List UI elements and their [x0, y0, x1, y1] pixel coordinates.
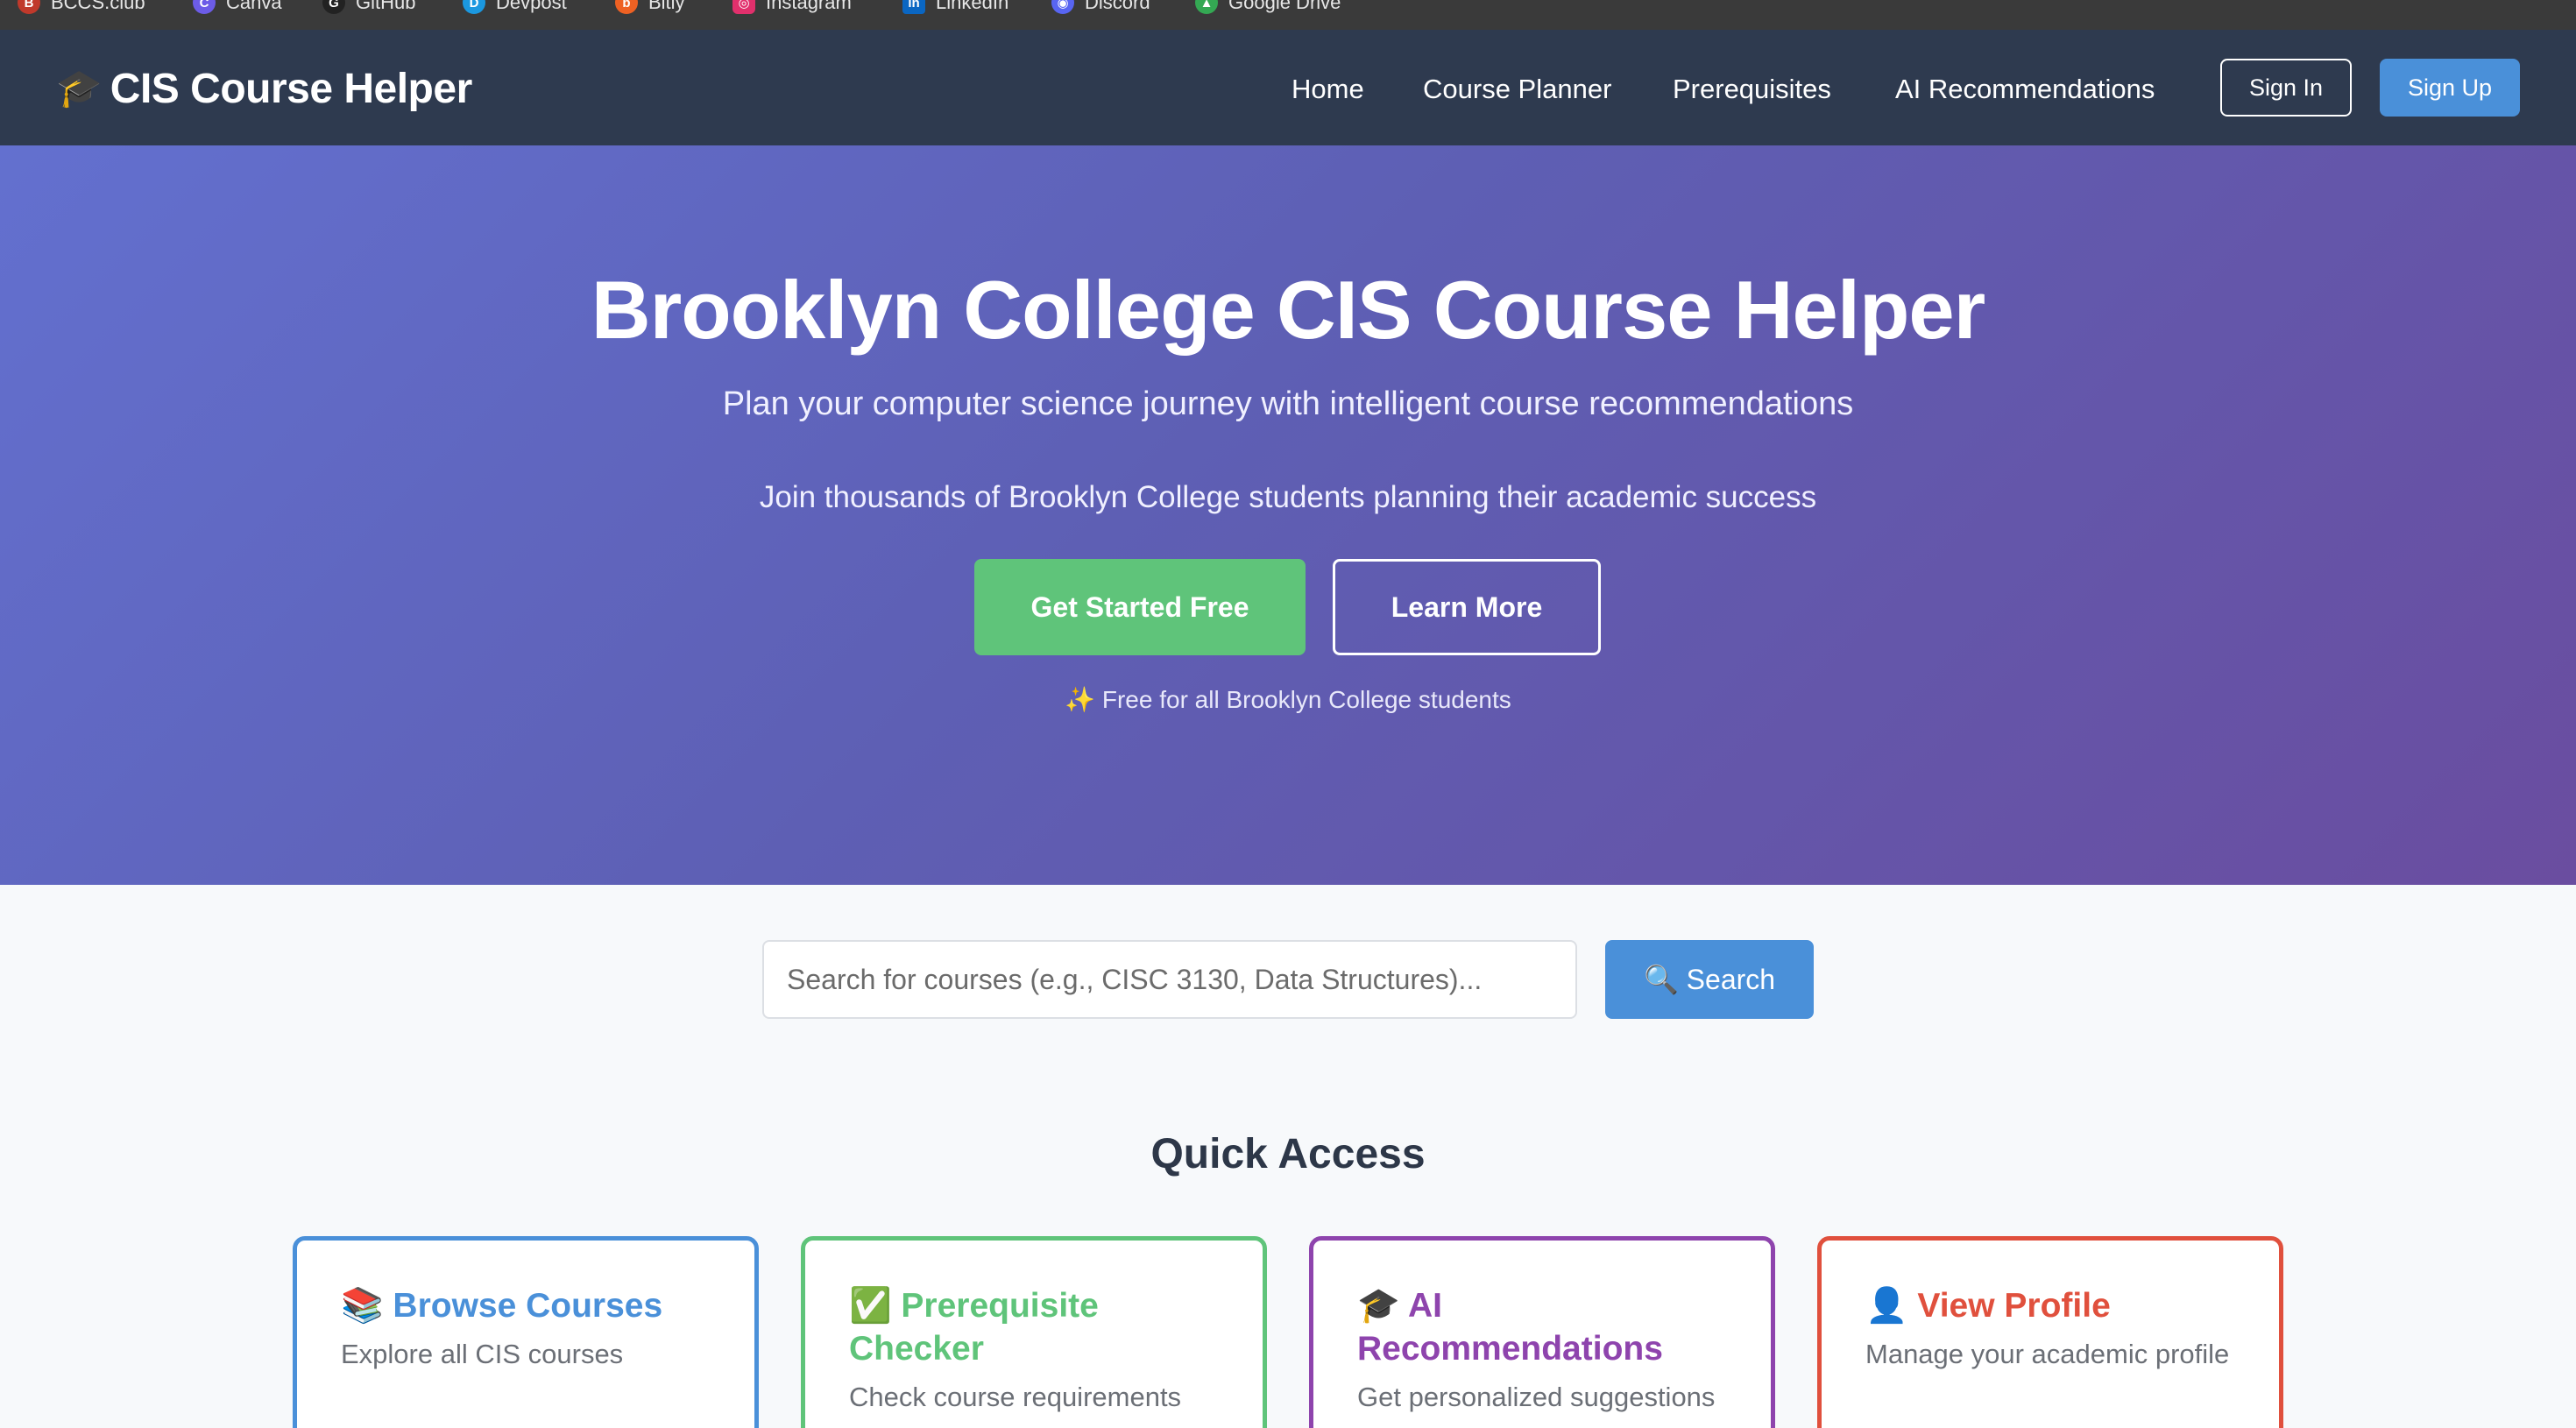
- card-browse-courses[interactable]: 📚 Browse Courses Explore all CIS courses: [293, 1236, 759, 1428]
- card-view-profile[interactable]: 👤 View Profile Manage your academic prof…: [1817, 1236, 2283, 1428]
- card-description: Manage your academic profile: [1865, 1339, 2230, 1369]
- nav-prerequisites[interactable]: Prerequisites: [1673, 74, 1831, 105]
- card-description: Get personalized suggestions: [1357, 1382, 1716, 1412]
- card-ai-recommendations[interactable]: 🎓 AI Recommendations Get personalized su…: [1309, 1236, 1775, 1428]
- check-mark-icon: ✅: [849, 1287, 892, 1325]
- graduation-cap-icon: 🎓: [56, 67, 102, 109]
- bookmark-discord[interactable]: ◉ Discord: [1051, 0, 1150, 16]
- brand-name: CIS Course Helper: [110, 66, 472, 112]
- books-icon: 📚: [341, 1287, 384, 1325]
- bookmark-linkedin[interactable]: in LinkedIn: [902, 0, 1008, 16]
- card-description: Check course requirements: [849, 1382, 1182, 1412]
- bookmark-bitly[interactable]: b Bitly: [615, 0, 685, 16]
- bookmarks-bar: B BCCS.club C Canva G GitHub D Devpost b…: [0, 0, 2576, 30]
- card-description: Explore all CIS courses: [341, 1339, 624, 1369]
- hero-subtitle: Plan your computer science journey with …: [722, 385, 1854, 422]
- devpost-icon: D: [463, 0, 485, 14]
- linkedin-icon: in: [902, 0, 925, 14]
- card-title: View Profile: [1917, 1287, 2111, 1325]
- bookmark-instagram[interactable]: ◎ Instagram: [732, 0, 852, 16]
- bitly-icon: b: [615, 0, 638, 14]
- quick-access-heading: Quick Access: [1150, 1131, 1426, 1177]
- search-button[interactable]: 🔍 Search: [1605, 940, 1814, 1019]
- discord-icon: ◉: [1051, 0, 1074, 14]
- nav-home[interactable]: Home: [1292, 74, 1364, 105]
- hero-title: Brooklyn College CIS Course Helper: [591, 264, 1985, 356]
- hero-section: Brooklyn College CIS Course Helper Plan …: [0, 145, 2576, 885]
- canva-icon: C: [193, 0, 216, 14]
- bccs-icon: B: [18, 0, 40, 14]
- get-started-button[interactable]: Get Started Free: [974, 559, 1306, 655]
- instagram-icon: ◎: [732, 0, 755, 14]
- learn-more-button[interactable]: Learn More: [1333, 559, 1601, 655]
- card-title: AI Recommendations: [1357, 1287, 1663, 1368]
- hero-join-text: Join thousands of Brooklyn College stude…: [759, 480, 1817, 514]
- bookmark-canva[interactable]: C Canva: [193, 0, 282, 16]
- free-note: ✨ Free for all Brooklyn College students: [1065, 686, 1511, 713]
- bookmark-bccs[interactable]: B BCCS.club: [18, 0, 145, 16]
- graduation-cap-icon: 🎓: [1357, 1287, 1400, 1325]
- sign-up-button[interactable]: Sign Up: [2380, 59, 2520, 117]
- bookmark-github[interactable]: G GitHub: [322, 0, 415, 16]
- top-navbar: 🎓 CIS Course Helper Home Course Planner …: [0, 30, 2576, 145]
- google-drive-icon: ▲: [1195, 0, 1218, 14]
- github-icon: G: [322, 0, 345, 14]
- bookmark-google-drive[interactable]: ▲ Google Drive: [1195, 0, 1341, 16]
- brand-logo[interactable]: 🎓 CIS Course Helper: [56, 65, 472, 113]
- bookmark-devpost[interactable]: D Devpost: [463, 0, 567, 16]
- sign-in-button[interactable]: Sign In: [2220, 59, 2352, 117]
- user-icon: 👤: [1865, 1287, 1908, 1325]
- nav-ai-recommendations[interactable]: AI Recommendations: [1895, 74, 2155, 105]
- nav-course-planner[interactable]: Course Planner: [1423, 74, 1611, 105]
- card-prerequisite-checker[interactable]: ✅ Prerequisite Checker Check course requ…: [801, 1236, 1267, 1428]
- card-title: Browse Courses: [393, 1287, 663, 1325]
- course-search-input[interactable]: [762, 940, 1577, 1019]
